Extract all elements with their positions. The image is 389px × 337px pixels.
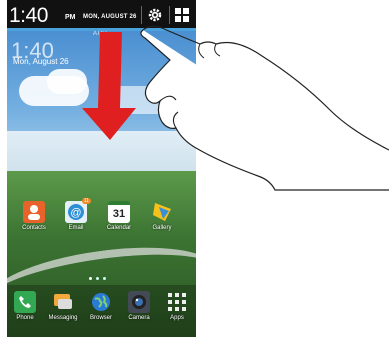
hand-icon	[140, 25, 389, 191]
